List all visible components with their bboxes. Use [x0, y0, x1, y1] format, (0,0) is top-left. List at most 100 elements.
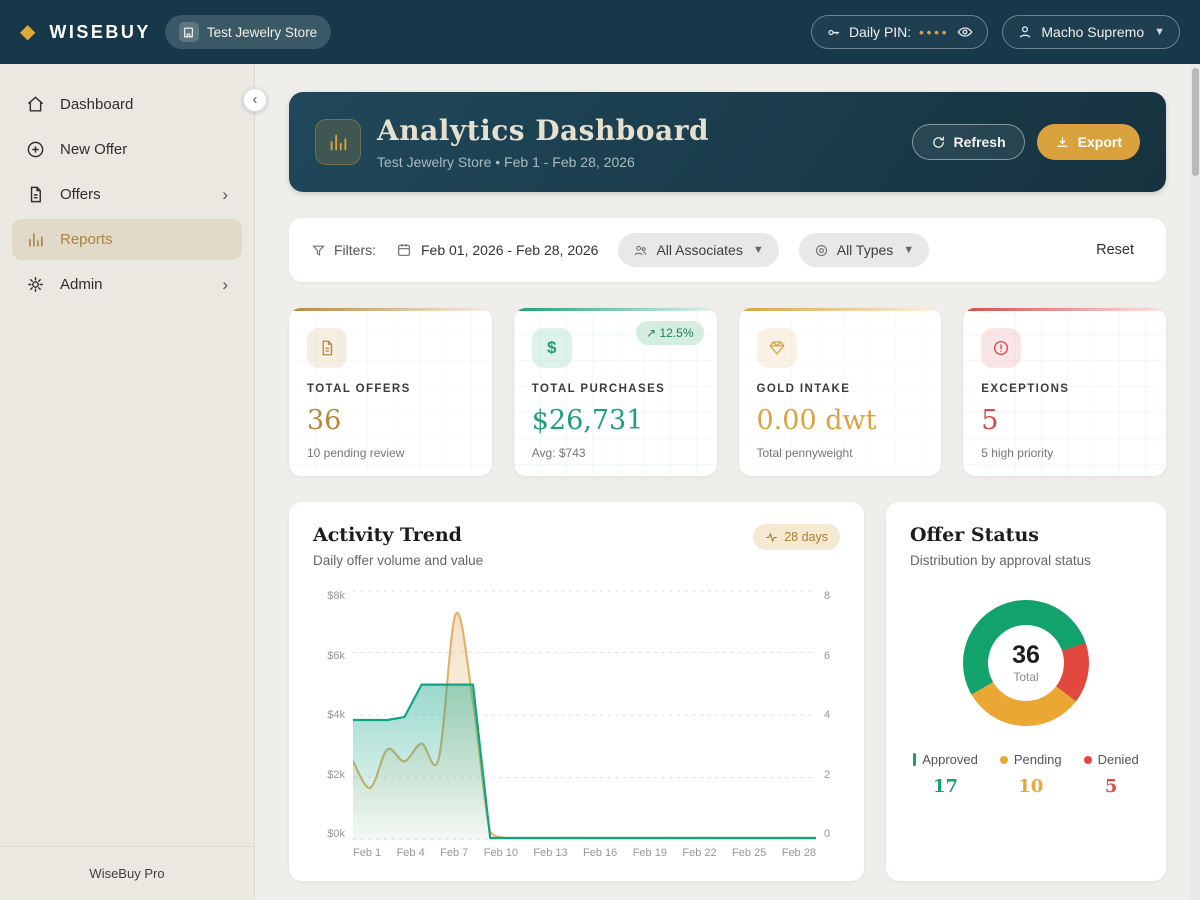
activity-chart: $8k $6k $4k $2k $0k: [313, 590, 840, 859]
sidebar-item-reports[interactable]: Reports: [12, 219, 242, 260]
store-badge-label: Test Jewelry Store: [207, 25, 317, 40]
pending-count: 10: [1018, 776, 1043, 797]
brand-name: WISEBUY: [49, 22, 151, 43]
legend-item-pending: Pending 10: [1000, 752, 1062, 797]
activity-trend-subtitle: Daily offer volume and value: [313, 553, 483, 568]
offer-status-subtitle: Distribution by approval status: [910, 553, 1142, 568]
date-range-picker[interactable]: Feb 01, 2026 - Feb 28, 2026: [396, 242, 598, 258]
page-scrollbar: [1190, 64, 1200, 900]
stat-subtext: 10 pending review: [307, 446, 474, 460]
associates-filter-dropdown[interactable]: All Associates ▼: [618, 233, 778, 267]
legend-item-denied: Denied 5: [1084, 752, 1139, 797]
daily-pin-box: Daily PIN: ••••: [811, 15, 988, 49]
sidebar-item-label: Dashboard: [60, 96, 133, 113]
stat-value: 36: [307, 405, 474, 436]
sidebar-item-offers[interactable]: Offers ›: [12, 174, 242, 215]
sidebar-item-label: New Offer: [60, 141, 127, 158]
sidebar-item-new-offer[interactable]: New Offer: [12, 129, 242, 170]
refresh-button[interactable]: Refresh: [912, 124, 1025, 160]
calendar-icon: [396, 242, 412, 258]
status-donut-chart: 36 Total: [963, 600, 1089, 726]
range-badge: 28 days: [753, 524, 840, 550]
store-icon: [179, 22, 199, 42]
denied-count: 5: [1105, 776, 1118, 797]
sidebar-footer: WiseBuy Pro: [0, 846, 254, 900]
document-icon: [26, 185, 46, 204]
types-filter-value: All Types: [837, 242, 894, 258]
approved-count: 17: [933, 776, 958, 797]
sidebar-item-label: Offers: [60, 186, 101, 203]
store-badge[interactable]: Test Jewelry Store: [165, 15, 331, 49]
export-button[interactable]: Export: [1037, 124, 1140, 160]
x-axis-ticks: Feb 1 Feb 4 Feb 7 Feb 10 Feb 13 Feb 16 F…: [353, 847, 816, 859]
sidebar-collapse-button[interactable]: ‹: [243, 88, 267, 112]
stat-value: 5: [981, 405, 1148, 436]
date-range-value: Feb 01, 2026 - Feb 28, 2026: [421, 242, 598, 258]
hero-banner: Analytics Dashboard Test Jewelry Store •…: [289, 92, 1166, 192]
scrollbar-thumb[interactable]: [1192, 68, 1199, 176]
stat-subtext: Total pennyweight: [757, 446, 924, 460]
donut-center: 36 Total: [988, 625, 1064, 701]
activity-trend-title: Activity Trend: [313, 524, 483, 546]
chevron-down-icon: ▼: [903, 244, 914, 256]
stat-accent-bar: [739, 308, 942, 311]
right-axis-ticks: 8 6 4 2 0: [824, 590, 840, 840]
eye-icon[interactable]: [957, 24, 973, 40]
user-name: Macho Supremo: [1041, 24, 1144, 40]
stat-accent-bar: [289, 308, 492, 311]
sidebar-item-label: Admin: [60, 276, 103, 293]
pin-dots: ••••: [919, 25, 949, 40]
types-filter-dropdown[interactable]: All Types ▼: [799, 233, 929, 267]
page-title: Analytics Dashboard: [377, 114, 709, 147]
activity-trend-card: Activity Trend Daily offer volume and va…: [289, 502, 864, 881]
stat-accent-bar: [963, 308, 1166, 311]
stats-row: TOTAL OFFERS 36 10 pending review ↗ 12.5…: [289, 308, 1166, 476]
alert-circle-icon: [981, 328, 1021, 368]
donut-total-value: 36: [1012, 642, 1040, 670]
stat-subtext: Avg: $743: [532, 446, 699, 460]
page-subtitle: Test Jewelry Store • Feb 1 - Feb 28, 202…: [377, 154, 709, 170]
top-header: ◆ WISEBUY Test Jewelry Store Daily PIN: …: [0, 0, 1200, 64]
left-axis-ticks: $8k $6k $4k $2k $0k: [313, 590, 345, 840]
people-icon: [633, 243, 648, 258]
stat-label: GOLD INTAKE: [757, 383, 924, 395]
analytics-icon: [315, 119, 361, 165]
activity-line-chart: [353, 590, 816, 840]
filters-label: Filters:: [311, 242, 376, 258]
donut-total-label: Total: [1013, 670, 1038, 684]
gem-icon: [757, 328, 797, 368]
stat-card-gold-intake: GOLD INTAKE 0.00 dwt Total pennyweight: [739, 308, 942, 476]
key-icon: [826, 25, 841, 40]
stat-card-total-purchases: ↗ 12.5% $ TOTAL PURCHASES $26,731 Avg: $…: [514, 308, 717, 476]
sidebar-item-dashboard[interactable]: Dashboard: [12, 84, 242, 125]
chevron-down-icon: ▼: [1154, 26, 1165, 38]
user-menu[interactable]: Macho Supremo ▼: [1002, 15, 1180, 49]
filters-bar: Filters: Feb 01, 2026 - Feb 28, 2026 All…: [289, 218, 1166, 282]
stat-label: EXCEPTIONS: [981, 383, 1148, 395]
stat-accent-bar: [514, 308, 717, 311]
sidebar-item-admin[interactable]: Admin ›: [12, 264, 242, 305]
associates-filter-value: All Associates: [656, 242, 742, 258]
denied-marker: [1084, 756, 1092, 764]
approved-marker: [913, 753, 916, 766]
bar-chart-icon: [26, 230, 46, 249]
stat-card-exceptions: EXCEPTIONS 5 5 high priority: [963, 308, 1166, 476]
gear-icon: [26, 275, 46, 294]
offer-status-card: Offer Status Distribution by approval st…: [886, 502, 1166, 881]
stat-value: 0.00 dwt: [757, 405, 924, 436]
user-icon: [1017, 24, 1033, 40]
trend-badge: ↗ 12.5%: [636, 321, 703, 345]
stat-card-total-offers: TOTAL OFFERS 36 10 pending review: [289, 308, 492, 476]
stat-label: TOTAL PURCHASES: [532, 383, 699, 395]
home-icon: [26, 95, 46, 114]
chevron-right-icon: ›: [222, 276, 228, 293]
chevron-down-icon: ▼: [753, 244, 764, 256]
legend-item-approved: Approved 17: [913, 752, 978, 797]
target-icon: [814, 243, 829, 258]
brand-diamond-icon: ◆: [20, 22, 35, 42]
download-icon: [1055, 135, 1070, 150]
pending-marker: [1000, 756, 1008, 764]
reset-filters-button[interactable]: Reset: [1096, 242, 1134, 258]
stat-value: $26,731: [532, 405, 699, 436]
stat-subtext: 5 high priority: [981, 446, 1148, 460]
